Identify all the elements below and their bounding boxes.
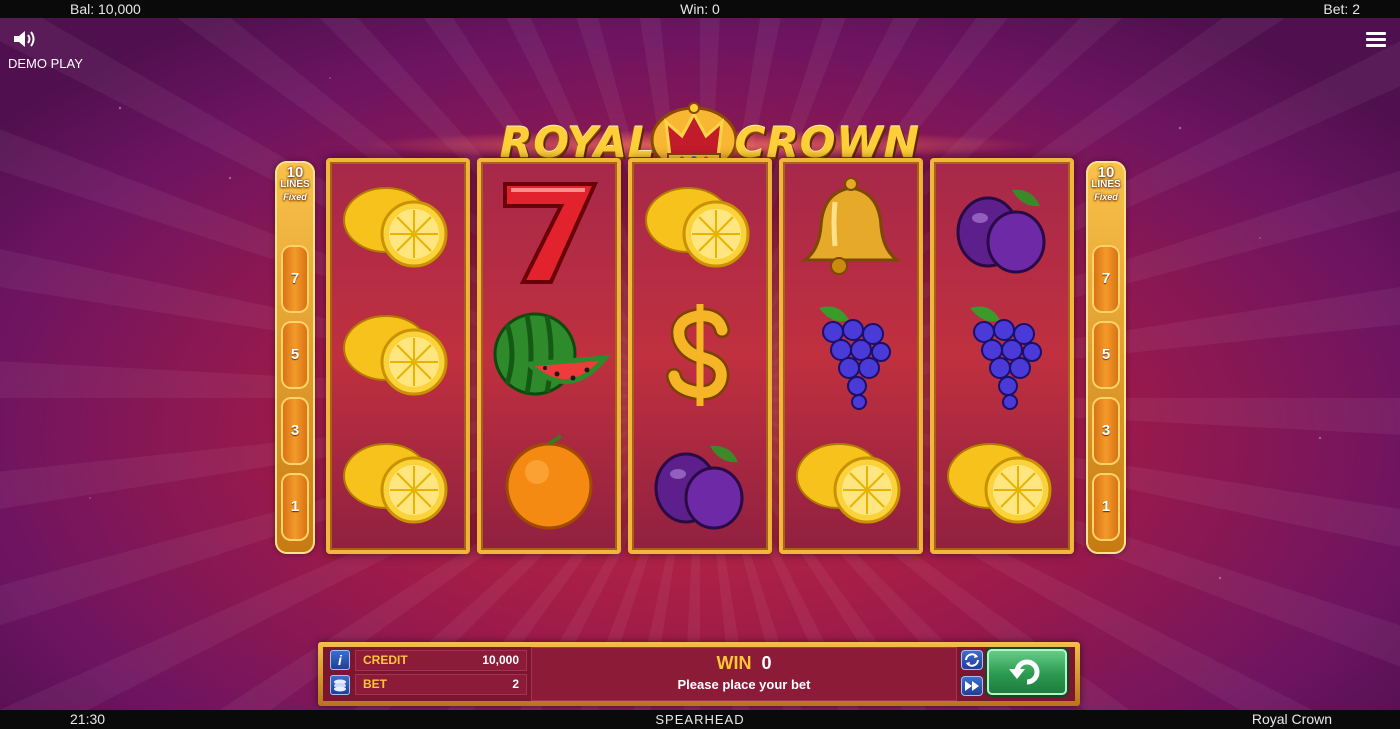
- hamburger-menu-icon[interactable]: [1366, 32, 1386, 48]
- bet-field[interactable]: BET 2: [355, 674, 527, 695]
- spin-button[interactable]: [987, 649, 1067, 695]
- plum-icon: [654, 445, 744, 530]
- demo-play-label: DEMO PLAY: [8, 56, 83, 71]
- plum-icon: [956, 189, 1046, 274]
- line-number: 5: [1092, 321, 1120, 389]
- game-name-text: Royal Crown: [1251, 711, 1332, 727]
- reel-1: [326, 158, 470, 554]
- bell-icon: [800, 177, 902, 275]
- line-number: 1: [1092, 473, 1120, 541]
- speaker-icon[interactable]: [12, 28, 38, 50]
- credit-field: CREDIT 10,000: [355, 650, 527, 671]
- line-number: 3: [281, 397, 309, 465]
- lemon-icon: [343, 443, 448, 524]
- lemon-icon: [343, 315, 448, 396]
- top-info-bar: Bal: 10,000 Win: 0 Bet: 2: [0, 0, 1400, 18]
- bet-value: 2: [512, 677, 519, 691]
- info-icon[interactable]: i: [330, 650, 350, 670]
- win-text: Win: 0: [680, 1, 720, 17]
- lines-label: 10 LINES Fixed: [1091, 164, 1121, 202]
- win-display: WIN 0 Please place your bet: [531, 647, 957, 701]
- bottom-info-bar: 21:30 SPEARHEAD Royal Crown: [0, 710, 1400, 729]
- reel-3: [628, 158, 772, 554]
- credit-label: CREDIT: [363, 653, 408, 667]
- status-message: Please place your bet: [677, 677, 811, 692]
- spin-icon: [1009, 659, 1040, 685]
- win-label: WIN: [716, 653, 752, 673]
- line-number: 1: [281, 473, 309, 541]
- win-value: 0: [761, 653, 772, 673]
- lemon-icon: [796, 443, 901, 524]
- lemon-icon: [947, 443, 1052, 524]
- bet-label: BET: [363, 677, 387, 691]
- reel-5: [930, 158, 1074, 554]
- win-line: WIN 0: [531, 653, 957, 674]
- grapes-icon: [970, 306, 1042, 410]
- credit-value: 10,000: [482, 653, 519, 667]
- lines-label: 10 LINES Fixed: [280, 164, 310, 202]
- line-number: 3: [1092, 397, 1120, 465]
- bet-text: Bet: 2: [1323, 1, 1360, 17]
- autoplay-icon[interactable]: [961, 650, 983, 670]
- fast-forward-icon[interactable]: [961, 676, 983, 696]
- line-number: 7: [1092, 245, 1120, 313]
- lines-indicator-left: 10 LINES Fixed 7 5 3 1: [275, 161, 315, 554]
- lemon-icon: [343, 187, 448, 268]
- seven-icon: [503, 182, 599, 284]
- reel-4: [779, 158, 923, 554]
- lemon-icon: [645, 187, 750, 268]
- orange-icon: [505, 434, 593, 530]
- game-stage: DEMO PLAY ROYAL CROWN 10 LINES Fixed 7 5…: [0, 18, 1400, 710]
- control-panel: i CREDIT 10,000 BET 2 WIN 0 Please place…: [318, 642, 1080, 706]
- lines-indicator-right: 10 LINES Fixed 7 5 3 1: [1086, 161, 1126, 554]
- watermelon-icon: [493, 312, 611, 396]
- dollar-icon: [666, 304, 730, 406]
- provider-text: SPEARHEAD: [655, 712, 745, 727]
- line-number: 5: [281, 321, 309, 389]
- control-panel-inner: i CREDIT 10,000 BET 2 WIN 0 Please place…: [323, 647, 1075, 701]
- reel-2: [477, 158, 621, 554]
- line-number: 7: [281, 245, 309, 313]
- coins-icon[interactable]: [330, 675, 350, 695]
- grapes-icon: [819, 306, 891, 410]
